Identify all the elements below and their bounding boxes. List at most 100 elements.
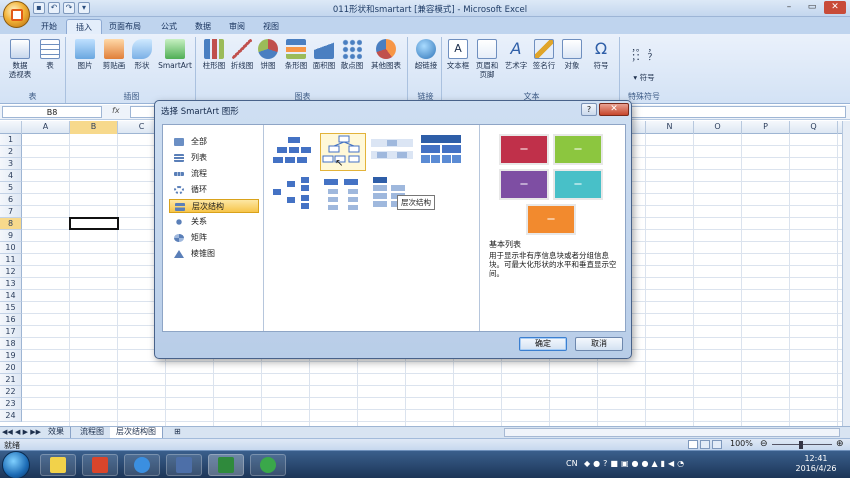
picture-button[interactable]: 图片 [72, 39, 98, 70]
dialog-close-button[interactable]: ✕ [599, 103, 629, 116]
page-break-view-icon[interactable] [712, 440, 722, 449]
horizontal-scrollbar[interactable] [504, 428, 840, 437]
category-matrix[interactable]: 矩阵 [169, 231, 259, 245]
layout-thumb-4[interactable] [418, 133, 464, 171]
zoom-level[interactable]: 100% [730, 439, 753, 448]
category-relationship[interactable]: 关系 [169, 215, 259, 229]
row-header-19[interactable]: 19 [0, 350, 22, 362]
shapes-button[interactable]: 形状 [130, 39, 154, 70]
textbox-button[interactable]: A 文本框 [444, 39, 472, 70]
taskbar-explorer[interactable] [40, 454, 76, 476]
layout-thumb-5[interactable] [271, 175, 317, 213]
special-symbol-button[interactable]: ▾ 符号 [624, 73, 664, 82]
undo-icon[interactable]: ↶ [48, 2, 60, 14]
row-header-2[interactable]: 2 [0, 146, 22, 158]
symbol-button[interactable]: Ω 符号 [586, 39, 616, 70]
row-header-13[interactable]: 13 [0, 278, 22, 290]
row-header-17[interactable]: 17 [0, 326, 22, 338]
select-all-corner[interactable] [0, 121, 22, 134]
ime-indicator[interactable]: CN [566, 459, 578, 468]
column-header-a[interactable]: A [22, 121, 70, 134]
sheet-nav-arrows[interactable]: ◀◀ ◀ ▶ ▶▶ [2, 427, 41, 437]
row-header-18[interactable]: 18 [0, 338, 22, 350]
vertical-scrollbar[interactable] [842, 121, 850, 426]
row-header-4[interactable]: 4 [0, 170, 22, 182]
row-header-21[interactable]: 21 [0, 374, 22, 386]
row-header-10[interactable]: 10 [0, 242, 22, 254]
tab-insert[interactable]: 插入 [66, 19, 102, 34]
tab-formulas[interactable]: 公式 [152, 19, 186, 34]
pie-chart-button[interactable]: 饼图 [256, 39, 280, 70]
fx-icon[interactable]: fx [112, 106, 120, 115]
sheet-tab-flowchart[interactable]: 流程图 [74, 427, 111, 438]
row-header-12[interactable]: 12 [0, 266, 22, 278]
object-button[interactable]: 对象 [558, 39, 586, 70]
pivot-table-button[interactable]: 数据 透视表 [4, 39, 36, 79]
layout-thumb-3[interactable] [369, 133, 415, 171]
row-header-16[interactable]: 16 [0, 314, 22, 326]
cancel-button[interactable]: 取消 [575, 337, 623, 351]
category-hierarchy[interactable]: 层次结构 [169, 199, 259, 213]
tab-data[interactable]: 数据 [186, 19, 220, 34]
scatter-chart-button[interactable]: 散点图 [338, 39, 366, 70]
save-icon[interactable]: ▪ [33, 2, 45, 14]
punctuation-icon[interactable]: ，。 ，；： ？ [624, 45, 664, 63]
ok-button[interactable]: 确定 [519, 337, 567, 351]
row-header-11[interactable]: 11 [0, 254, 22, 266]
clock[interactable]: 12:41 2016/4/26 [786, 454, 846, 474]
hyperlink-button[interactable]: 超链接 [412, 39, 440, 70]
signature-line-button[interactable]: 签名行 [530, 39, 558, 70]
redo-icon[interactable]: ↷ [63, 2, 75, 14]
row-header-22[interactable]: 22 [0, 386, 22, 398]
area-chart-button[interactable]: 面积图 [310, 39, 338, 70]
close-button[interactable]: ✕ [824, 1, 846, 14]
bar-chart-button[interactable]: 条形图 [282, 39, 310, 70]
taskbar-media[interactable] [82, 454, 118, 476]
row-header-23[interactable]: 23 [0, 398, 22, 410]
active-cell[interactable] [69, 217, 119, 230]
row-header-8[interactable]: 8 [0, 218, 22, 230]
dialog-help-button[interactable]: ? [581, 103, 597, 116]
maximize-button[interactable]: ▭ [801, 1, 823, 14]
tab-page-layout[interactable]: 页面布局 [100, 19, 150, 34]
row-header-1[interactable]: 1 [0, 134, 22, 146]
zoom-slider-thumb[interactable] [799, 441, 803, 449]
office-button[interactable] [3, 1, 30, 28]
taskbar-app[interactable] [166, 454, 202, 476]
row-header-20[interactable]: 20 [0, 362, 22, 374]
customize-qat-icon[interactable]: ▾ [78, 2, 90, 14]
layout-thumb-1[interactable] [271, 133, 317, 171]
category-cycle[interactable]: 循环 [169, 183, 259, 197]
sheet-tab-effect[interactable]: 效果 [42, 427, 71, 438]
tray-icons[interactable]: ◆●?■▣●●▲▮◀◔ [584, 459, 687, 468]
taskbar-excel[interactable] [208, 454, 244, 476]
row-header-6[interactable]: 6 [0, 194, 22, 206]
minimize-button[interactable]: – [778, 1, 800, 14]
header-footer-button[interactable]: 页眉和 页脚 [472, 39, 502, 79]
taskbar-ie[interactable] [124, 454, 160, 476]
column-header-o[interactable]: O [694, 121, 742, 134]
sheet-tab-hierarchy[interactable]: 层次结构图 [110, 427, 163, 438]
taskbar-recorder[interactable] [250, 454, 286, 476]
new-sheet-icon[interactable]: ⊞ [168, 427, 186, 438]
name-box[interactable]: B8 [2, 106, 102, 118]
other-charts-button[interactable]: 其他图表 [368, 39, 404, 70]
clipart-button[interactable]: 剪贴画 [100, 39, 128, 70]
smartart-button[interactable]: SmartArt [156, 39, 194, 70]
column-header-n[interactable]: N [646, 121, 694, 134]
row-header-15[interactable]: 15 [0, 302, 22, 314]
normal-view-icon[interactable] [688, 440, 698, 449]
row-header-5[interactable]: 5 [0, 182, 22, 194]
row-header-9[interactable]: 9 [0, 230, 22, 242]
wordart-button[interactable]: A 艺术字 [502, 39, 530, 70]
category-list-item[interactable]: 列表 [169, 151, 259, 165]
table-button[interactable]: 表 [38, 39, 62, 70]
zoom-out-icon[interactable]: ⊖ [760, 439, 768, 449]
layout-thumb-6[interactable] [320, 175, 366, 213]
category-all[interactable]: 全部 [169, 135, 259, 149]
category-pyramid[interactable]: 棱锥图 [169, 247, 259, 261]
column-header-q[interactable]: Q [790, 121, 838, 134]
start-button[interactable] [2, 451, 30, 478]
row-header-24[interactable]: 24 [0, 410, 22, 422]
zoom-in-icon[interactable]: ⊕ [836, 439, 844, 449]
